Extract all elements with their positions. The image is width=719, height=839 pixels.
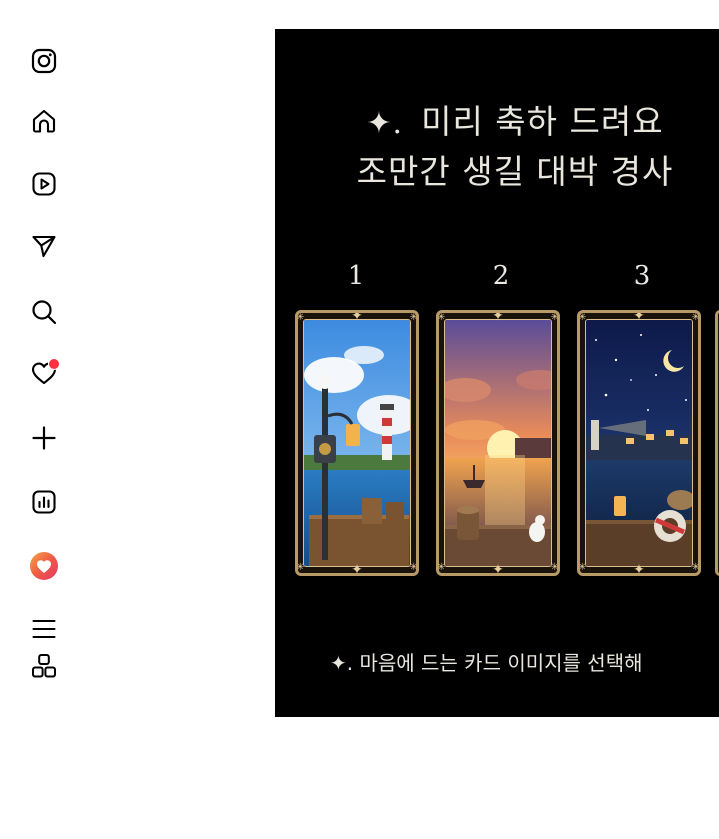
card-ornament-icon: ✦ (351, 562, 363, 576)
post-title-line1: ✦. 미리 축하 드려요 (366, 102, 664, 141)
card-corner-icon: ✳ (691, 312, 700, 323)
card-corner-icon: ✳ (550, 312, 559, 323)
card-corner-icon: ✳ (437, 562, 446, 573)
card-corner-icon: ✳ (296, 312, 305, 323)
card-corner-icon: ✳ (409, 312, 418, 323)
also-from-meta-icon[interactable] (28, 650, 60, 682)
sparkle-icon: ✦. (366, 106, 404, 141)
card-corner-icon: ✳ (296, 562, 305, 573)
card-ornament-icon: ✦ (492, 310, 504, 324)
card-number-3: 3 (633, 261, 651, 291)
more-menu-icon[interactable] (28, 613, 60, 645)
notification-badge (48, 358, 60, 370)
card-ornament-icon: ✦ (633, 562, 645, 576)
card-corner-icon: ✳ (578, 562, 587, 573)
card-ornament-icon: ✦ (492, 562, 504, 576)
card-ornament-icon: ✦ (633, 310, 645, 324)
card-3-illustration (585, 319, 693, 567)
create-plus-icon[interactable] (28, 422, 60, 454)
dashboard-icon[interactable] (28, 486, 60, 518)
card-1-illustration (303, 319, 411, 567)
notifications-heart-icon[interactable] (28, 357, 60, 389)
card-number-1: 1 (347, 261, 365, 291)
card-2-illustration (444, 319, 552, 567)
sidebar-nav (0, 0, 90, 839)
tarot-card-3[interactable]: ✦ ✦ ✳ ✳ ✳ ✳ (577, 310, 701, 576)
card-corner-icon: ✳ (578, 312, 587, 323)
card-ornament-icon: ✦ (351, 310, 363, 324)
messages-icon[interactable] (28, 230, 60, 262)
tarot-card-2[interactable]: ✦ ✦ ✳ ✳ ✳ ✳ (436, 310, 560, 576)
tarot-card-1[interactable]: ✦ ✦ ✳ ✳ ✳ ✳ (295, 310, 419, 576)
card-corner-icon: ✳ (550, 562, 559, 573)
post-image[interactable]: ✦. 미리 축하 드려요 조만간 생길 대박 경사 1 2 3 ✦ ✦ ✳ ✳ … (275, 29, 719, 717)
instagram-logo-icon[interactable] (28, 45, 60, 77)
home-icon[interactable] (28, 105, 60, 137)
card-corner-icon: ✳ (437, 312, 446, 323)
reels-icon[interactable] (28, 168, 60, 200)
search-icon[interactable] (28, 296, 60, 328)
tarot-card-4-partial[interactable] (715, 310, 719, 576)
post-title-line2: 조만간 생길 대박 경사 (356, 152, 674, 191)
profile-avatar[interactable] (28, 550, 60, 582)
card-number-2: 2 (492, 261, 510, 291)
card-corner-icon: ✳ (691, 562, 700, 573)
card-corner-icon: ✳ (409, 562, 418, 573)
post-caption: ✦. 마음에 드는 카드 이미지를 선택해 (330, 651, 643, 675)
